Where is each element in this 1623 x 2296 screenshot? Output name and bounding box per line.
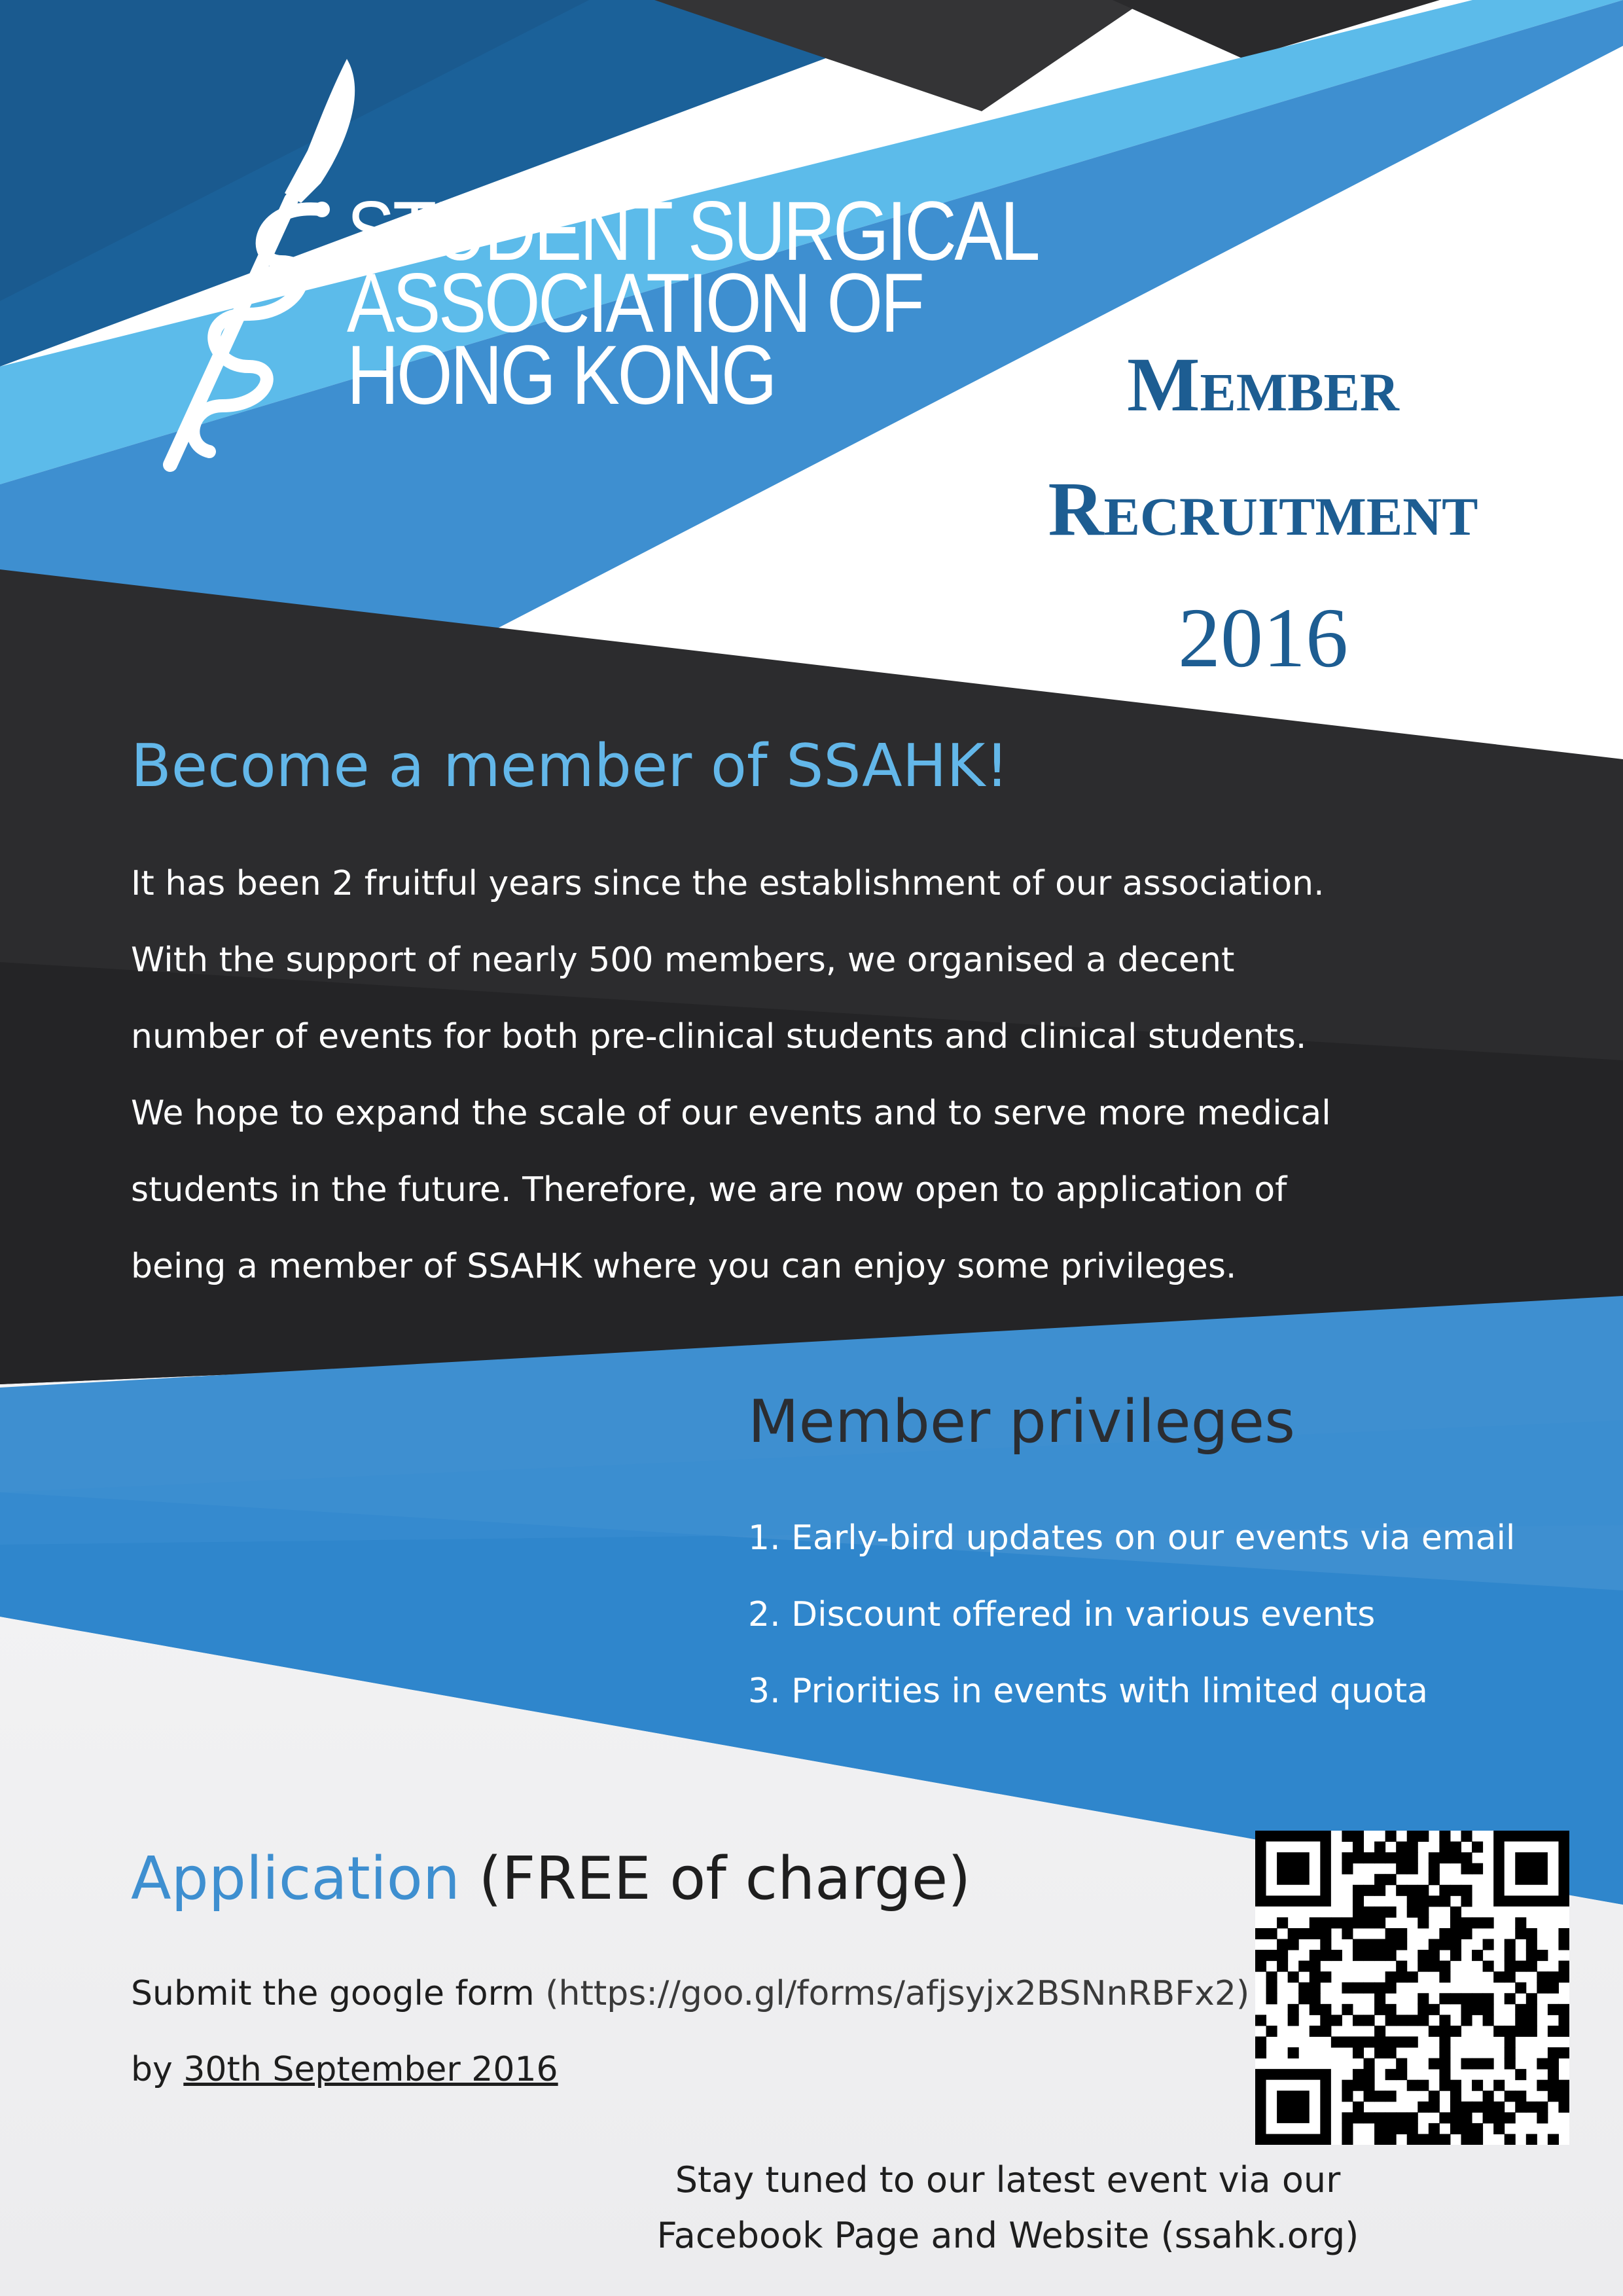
footer-line-2: Facebook Page and Website (ssahk.org) — [656, 2215, 1359, 2256]
intro-line: It has been 2 fruitful years since the e… — [131, 864, 1325, 903]
privilege-item: 3. Priorities in events with limited quo… — [748, 1672, 1428, 1711]
title-year: 2016 — [1178, 591, 1348, 685]
privilege-item: 1. Early-bird updates on our events via … — [748, 1518, 1516, 1558]
google-form-link[interactable]: (https://goo.gl/forms/afjsyjx2BSNnRBFx2) — [545, 1974, 1249, 2013]
logo-text-line-3: HONG KONG — [347, 329, 777, 422]
privilege-item: 2. Discount offered in various events — [748, 1595, 1376, 1634]
title-line-member: Member — [1127, 342, 1399, 427]
intro-line: students in the future. Therefore, we ar… — [131, 1170, 1287, 1210]
scalpel-serpent-icon — [163, 59, 355, 472]
intro-line: With the support of nearly 500 members, … — [131, 941, 1235, 980]
qr-code-icon[interactable] — [1255, 1831, 1569, 2145]
application-heading-rest: (FREE of charge) — [459, 1844, 971, 1913]
become-member-heading: Become a member of SSAHK! — [131, 732, 1009, 800]
intro-line: number of events for both pre-clinical s… — [131, 1017, 1307, 1056]
application-heading-accent: Application — [131, 1844, 460, 1913]
application-form-line: Submit the google form (https://goo.gl/f… — [131, 1974, 1249, 2013]
intro-line: being a member of SSAHK where you can en… — [131, 1247, 1237, 1286]
form-instruction: Submit the google form — [131, 1974, 546, 2013]
application-deadline-line: by 30th September 2016 — [131, 2050, 558, 2089]
deadline-date: 30th September 2016 — [183, 2050, 558, 2089]
intro-line: We hope to expand the scale of our event… — [131, 1094, 1331, 1133]
deadline-prefix: by — [131, 2050, 184, 2089]
footer-line-1: Stay tuned to our latest event via our — [675, 2159, 1341, 2200]
member-privileges-heading: Member privileges — [748, 1388, 1295, 1456]
title-line-recruitment: Recruitment — [1048, 466, 1478, 552]
application-heading: Application (FREE of charge) — [131, 1844, 971, 1913]
